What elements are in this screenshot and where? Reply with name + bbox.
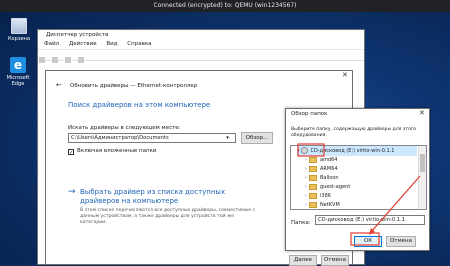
annotation-arrow-ok [370, 175, 421, 233]
annotation-highlight-cd-drive [297, 143, 325, 157]
annotation-highlight-ok [350, 232, 380, 246]
annotation-overlay [297, 143, 421, 246]
